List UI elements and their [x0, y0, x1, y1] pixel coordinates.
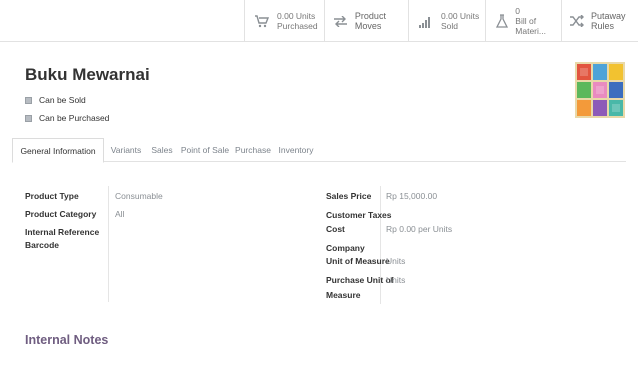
product-moves-button[interactable]: Product Moves: [324, 0, 408, 42]
sales-price-label: Sales Price: [326, 191, 372, 201]
checkbox-icon[interactable]: [25, 114, 32, 122]
barcode-label: Barcode: [25, 240, 60, 250]
putaway-rules-label: Putaway Rules: [591, 11, 626, 31]
can-be-purchased-label: Can be Purchased: [39, 113, 110, 123]
product-category-label: Product Category: [25, 209, 97, 219]
random-icon: [570, 13, 585, 29]
customer-taxes-label: Customer Taxes: [326, 210, 392, 220]
bom-count: 0: [515, 6, 521, 16]
unit-of-measure-value[interactable]: Units: [386, 255, 405, 267]
smart-button-bar: 0.00 Units Purchased Product Moves 0.00 U…: [0, 0, 638, 42]
flask-icon: [494, 13, 509, 29]
cost-label: Cost: [326, 224, 345, 234]
can-be-sold-checkbox[interactable]: Can be Sold: [25, 95, 86, 105]
bar-chart-icon: [417, 13, 435, 29]
tab-inventory[interactable]: Inventory: [276, 138, 316, 162]
tab-purchase[interactable]: Purchase: [234, 138, 272, 162]
putaway-rules-button[interactable]: Putaway Rules: [561, 0, 638, 42]
tab-point-of-sale[interactable]: Point of Sale: [180, 138, 230, 162]
internal-notes-heading: Internal Notes: [25, 333, 109, 347]
company-label: Company: [326, 243, 365, 253]
product-category-value[interactable]: All: [115, 208, 124, 220]
tab-sales[interactable]: Sales: [148, 138, 176, 162]
cart-icon: [253, 13, 271, 29]
tab-general-information[interactable]: General Information: [12, 138, 104, 163]
product-image[interactable]: [575, 62, 625, 118]
sold-label: Sold: [441, 21, 459, 31]
tab-variants[interactable]: Variants: [106, 138, 146, 162]
sales-price-value[interactable]: Rp 15,000.00: [386, 190, 437, 202]
purchased-qty: 0.00 Units: [277, 11, 316, 21]
product-type-value[interactable]: Consumable: [115, 190, 163, 202]
notebook-tabs: General Information Variants Sales Point…: [12, 138, 626, 163]
internal-reference-label: Internal Reference: [25, 227, 100, 237]
purchase-uom-label-line1: Purchase Unit of: [326, 275, 394, 285]
product-moves-label: Product Moves: [354, 11, 386, 31]
product-name[interactable]: Buku Mewarnai: [25, 65, 150, 85]
purchase-uom-label-line2: Measure: [326, 290, 361, 300]
left-separator: [108, 186, 109, 302]
bom-button[interactable]: 0 Bill of Materi...: [485, 0, 561, 42]
checkbox-icon[interactable]: [25, 96, 32, 104]
purchase-uom-value[interactable]: Units: [386, 274, 405, 286]
exchange-icon: [333, 13, 349, 29]
can-be-purchased-checkbox[interactable]: Can be Purchased: [25, 113, 109, 123]
product-type-label: Product Type: [25, 191, 79, 201]
purchased-button[interactable]: 0.00 Units Purchased: [244, 0, 324, 42]
purchased-label: Purchased: [277, 21, 318, 31]
can-be-sold-label: Can be Sold: [39, 95, 86, 105]
bom-label: Bill of Materi...: [515, 16, 546, 36]
unit-of-measure-label: Unit of Measure: [326, 256, 390, 266]
purchase-uom-label: Purchase Unit of Measure: [326, 274, 394, 301]
cost-value[interactable]: Rp 0.00 per Units: [386, 223, 452, 235]
sold-button[interactable]: 0.00 Units Sold: [408, 0, 485, 42]
sold-qty: 0.00 Units: [441, 11, 480, 21]
